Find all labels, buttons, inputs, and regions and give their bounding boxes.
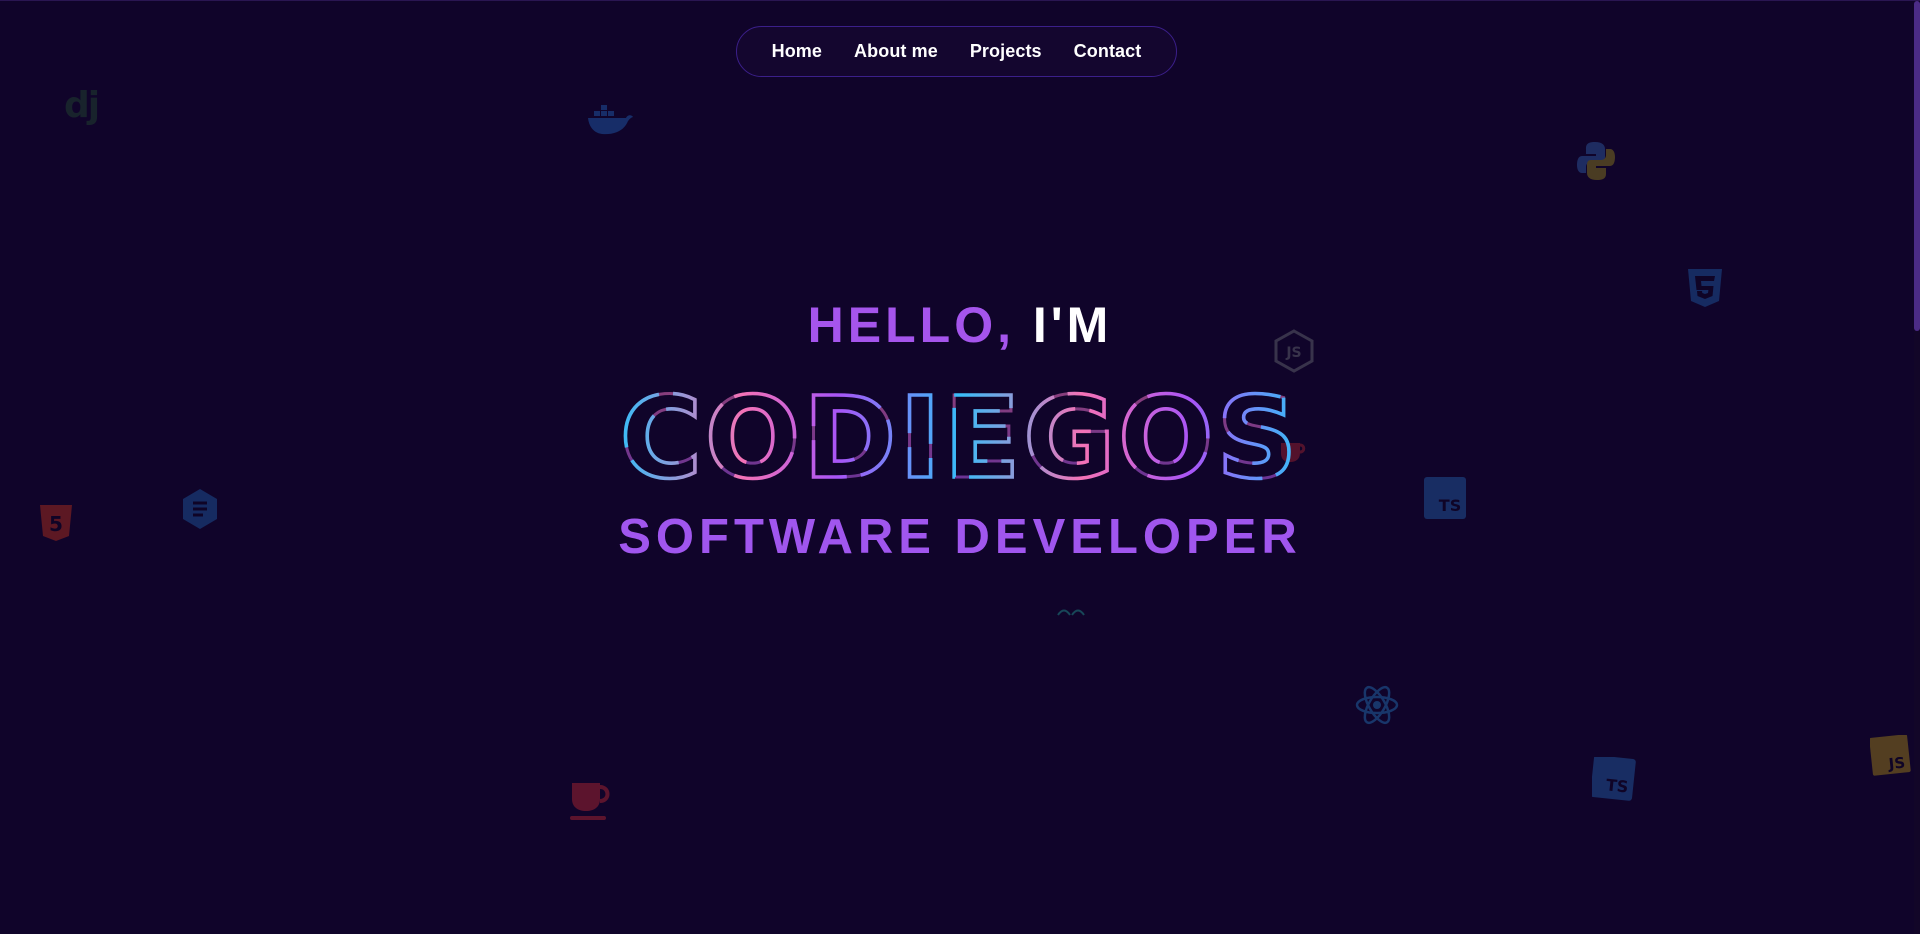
react-icon (1354, 683, 1400, 727)
hero-name: CODIEGOS CODIEGOS (618, 372, 1299, 506)
python-icon (1574, 139, 1618, 183)
small-glyph-icon (1056, 609, 1086, 617)
svg-text:JS: JS (1887, 754, 1906, 774)
hero-greeting: HELLO, I'M (0, 297, 1920, 353)
docker-icon (586, 103, 634, 137)
scrollbar-thumb[interactable] (1914, 1, 1920, 331)
hero-name-text: CODIEGOS (620, 374, 1300, 504)
javascript-icon: JS (1870, 735, 1912, 779)
java-cup-icon (568, 779, 616, 823)
nav-about-link[interactable]: About me (854, 41, 938, 62)
main-nav: Home About me Projects Contact (736, 26, 1177, 77)
hero-greeting-hello: HELLO, (807, 297, 1015, 353)
nav-home-link[interactable]: Home (772, 41, 822, 62)
svg-text:TS: TS (1605, 775, 1629, 796)
typescript-icon-2: TS (1592, 757, 1636, 801)
django-icon: dj (64, 85, 100, 126)
page: dj JS TS 5 TS JS Home About me Projects … (0, 0, 1920, 934)
hero-greeting-im: I'M (1032, 297, 1113, 353)
nav-projects-link[interactable]: Projects (970, 41, 1042, 62)
nav-contact-link[interactable]: Contact (1074, 41, 1142, 62)
hero-role: SOFTWARE DEVELOPER (618, 510, 1302, 564)
